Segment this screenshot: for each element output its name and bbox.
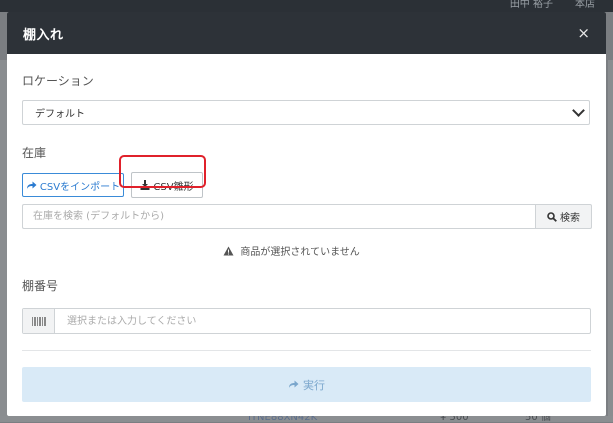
share-arrow-icon <box>26 181 37 189</box>
download-icon <box>140 180 150 190</box>
no-selection-warning: 商品が選択されていません <box>7 243 591 258</box>
location-label: ロケーション <box>22 74 94 88</box>
chevron-down-icon <box>572 104 585 117</box>
share-arrow-icon <box>289 380 299 388</box>
csv-template-button[interactable]: CSV雛形 <box>131 172 203 198</box>
stock-search: 検索 <box>22 204 592 229</box>
location-select[interactable]: デフォルト <box>22 100 590 125</box>
close-icon[interactable]: × <box>577 24 590 42</box>
search-button-label: 検索 <box>560 213 580 224</box>
shelf-number-field <box>22 308 591 334</box>
execute-button-label: 実行 <box>303 378 325 392</box>
search-icon <box>547 211 557 222</box>
divider <box>22 350 591 351</box>
csv-template-label: CSV雛形 <box>153 181 194 193</box>
import-csv-label: CSVをインポート <box>39 181 121 193</box>
barcode-icon <box>23 309 55 333</box>
stock-search-input[interactable] <box>22 204 535 229</box>
import-csv-button[interactable]: CSVをインポート <box>22 173 124 197</box>
search-button[interactable]: 検索 <box>535 204 592 229</box>
shelving-modal: 棚入れ × ロケーション デフォルト 在庫 CSVをインポート CSV雛形 在庫… <box>7 12 606 416</box>
user-name[interactable]: 田中 裕子 <box>510 0 553 10</box>
background-page-right <box>608 60 613 422</box>
modal-header: 棚入れ × <box>7 12 606 54</box>
location-select-value: デフォルト <box>35 109 85 120</box>
warning-icon <box>223 246 234 256</box>
execute-button[interactable]: 実行 <box>22 367 591 402</box>
store-name[interactable]: 本店 <box>575 0 595 10</box>
background-page-left <box>0 60 7 422</box>
stock-label: 在庫 <box>22 146 47 160</box>
shelf-number-input[interactable] <box>55 310 590 332</box>
modal-title: 棚入れ <box>23 27 64 43</box>
warning-text: 商品が選択されていません <box>240 247 360 258</box>
shelf-number-label: 棚番号 <box>22 279 59 293</box>
